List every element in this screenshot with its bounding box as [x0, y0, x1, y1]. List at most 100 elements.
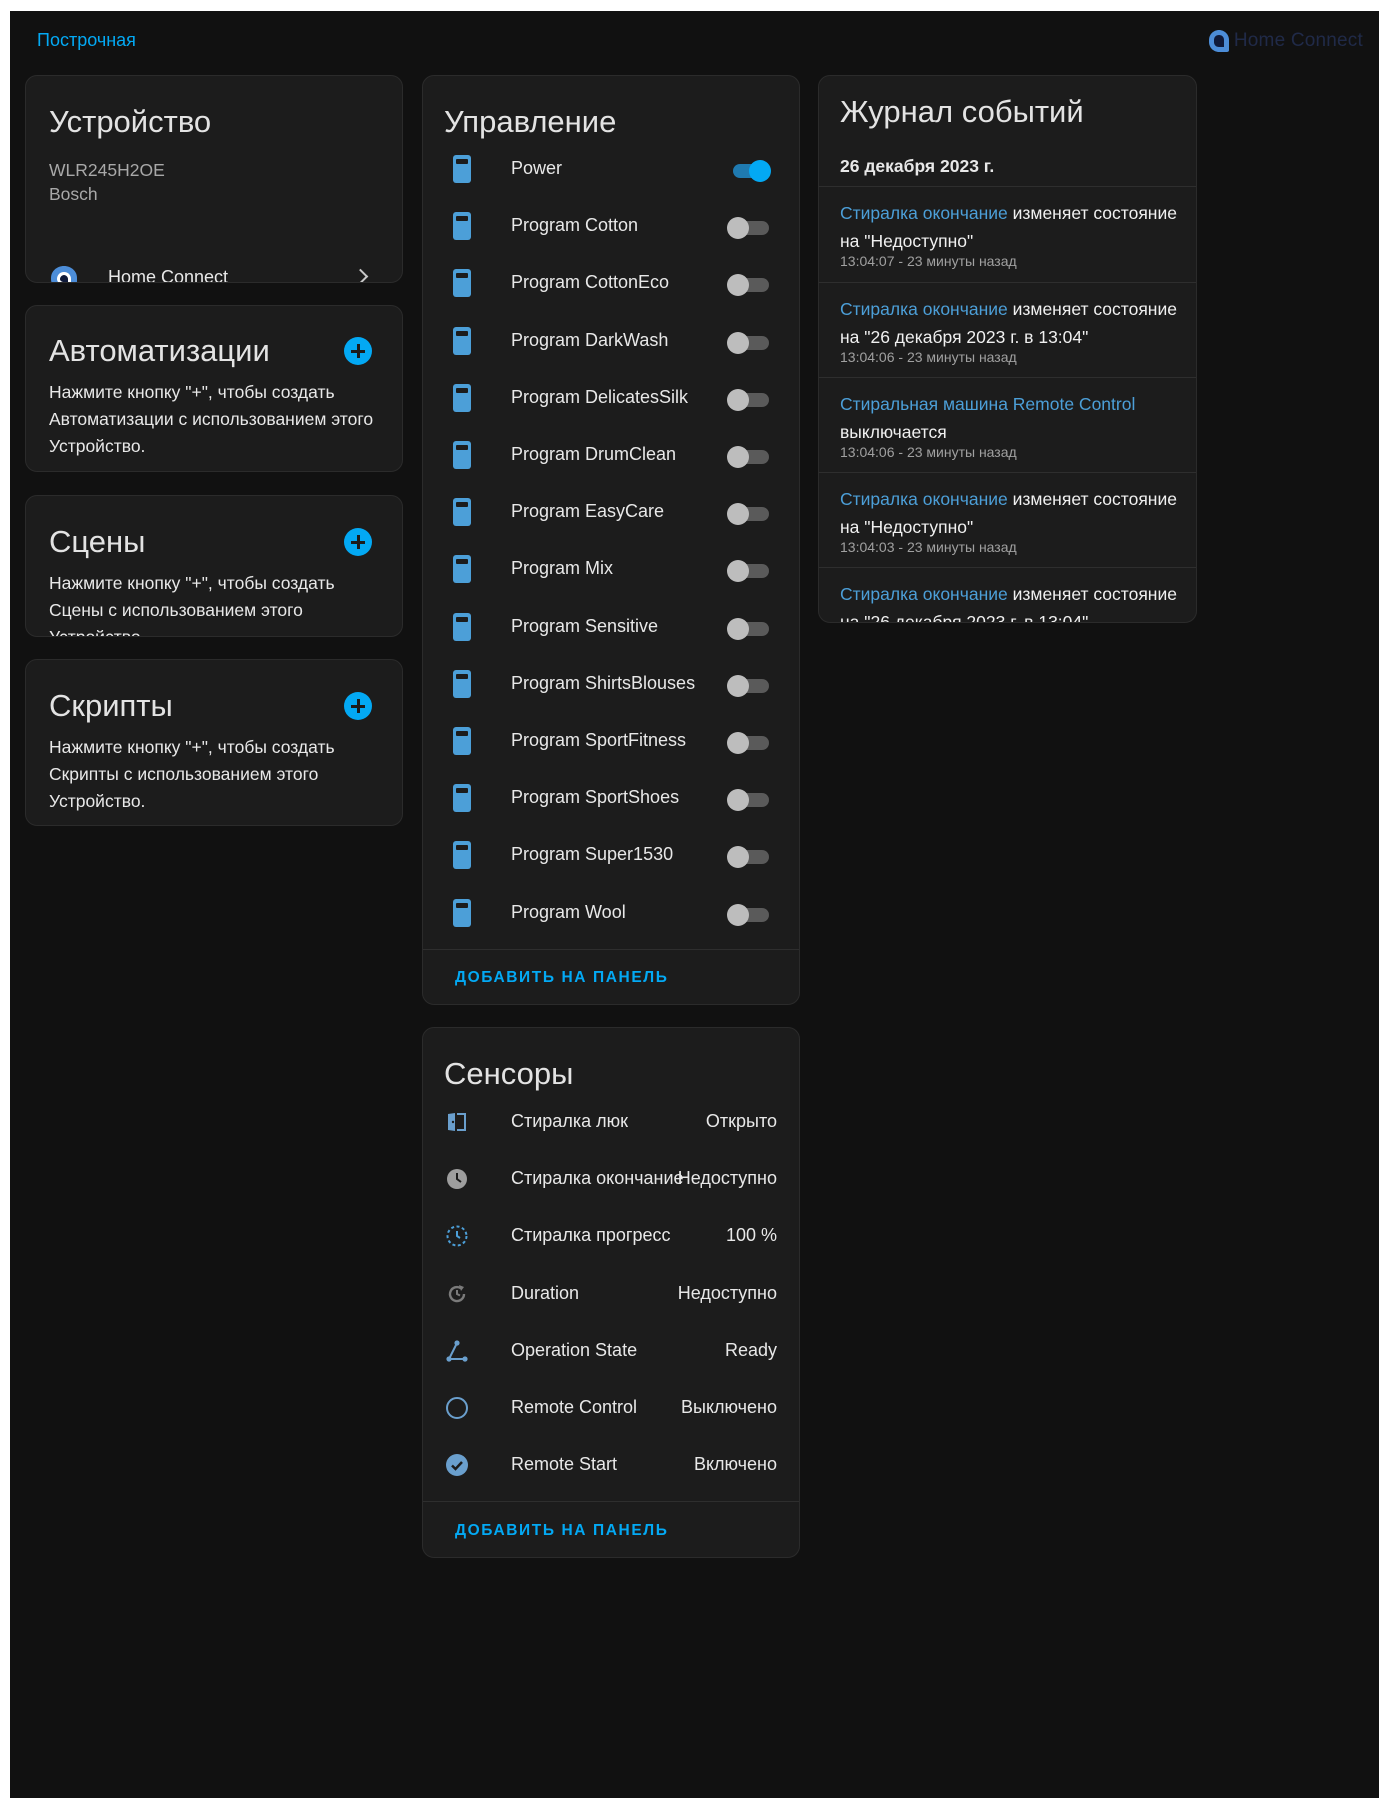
chevron-right-icon [352, 268, 369, 282]
add-script-button[interactable] [344, 692, 372, 720]
logbook-entity-link[interactable]: Стиралка окончание [840, 203, 1008, 223]
control-toggle[interactable] [727, 846, 771, 869]
toggle-knob [727, 674, 749, 697]
sensor-row[interactable]: Remote Control Выключено [423, 1378, 799, 1438]
brand-name: Home Connect [1233, 30, 1363, 51]
logbook-entity-link[interactable]: Стиралка окончание [840, 584, 1008, 604]
automations-card: Автоматизации Нажмите кнопку "+", чтобы … [25, 305, 403, 472]
sensor-row[interactable]: Стиралка прогресс 100 % [423, 1206, 799, 1266]
control-row[interactable]: Program Cotton [423, 196, 799, 256]
sensor-label: Remote Control [511, 1397, 638, 1417]
sensor-row[interactable]: Стиралка окончание Недоступно [423, 1149, 799, 1209]
add-automation-button[interactable] [344, 337, 372, 365]
control-row[interactable]: Program Mix [423, 539, 799, 599]
control-row[interactable]: Program DarkWash [423, 311, 799, 371]
sensor-label: Стиралка люк [511, 1111, 628, 1131]
control-toggle[interactable] [727, 732, 771, 754]
scripts-hint: Нажмите кнопку "+", чтобы создать Скрипт… [49, 737, 335, 811]
washing-machine-icon [451, 154, 473, 184]
control-toggle[interactable] [727, 789, 771, 812]
control-label: Program Cotton [511, 215, 639, 236]
sensor-value: Выключено [681, 1397, 777, 1417]
control-row[interactable]: Program DelicatesSilk [423, 368, 799, 428]
control-toggle[interactable] [727, 388, 771, 411]
device-card-title: Устройство [49, 104, 212, 139]
integration-link[interactable]: Home Connect [26, 254, 402, 283]
control-toggle[interactable] [727, 617, 771, 640]
sensor-row[interactable]: Стиралка люк Открыто [423, 1092, 799, 1152]
control-row[interactable]: Program Super1530 [423, 825, 799, 885]
washing-machine-icon [451, 440, 473, 470]
brand-logo: Home Connect [1208, 29, 1363, 53]
logbook-card-title: Журнал событий [840, 94, 1084, 129]
logbook-entity-link[interactable]: Стиральная машина Remote Control [840, 394, 1135, 414]
control-toggle[interactable] [727, 446, 771, 468]
sensor-row[interactable]: Duration Недоступно [423, 1264, 799, 1324]
sensor-row[interactable]: Operation State Ready [423, 1321, 799, 1381]
control-label: Program Mix [511, 558, 614, 579]
logbook-entry: Стиралка окончание изменяет состояние на… [819, 567, 1196, 622]
control-row[interactable]: Program CottonEco [423, 253, 799, 313]
automations-hint: Нажмите кнопку "+", чтобы создать Автома… [49, 382, 374, 456]
toggle-knob [727, 503, 749, 526]
logbook-entry: Стиралка окончание изменяет состояние на… [819, 282, 1196, 379]
sensor-label: Стиралка окончание [511, 1168, 684, 1189]
device-page: Построчная Home Connect Устройство WLR24… [10, 11, 1379, 1798]
logbook-entry: Стиралка окончание изменяет состояние на… [819, 186, 1196, 283]
control-label: Program SportFitness [511, 730, 687, 750]
control-label: Program DarkWash [511, 329, 669, 350]
control-toggle[interactable] [727, 274, 771, 297]
toggle-knob [727, 732, 749, 754]
check-circle-icon [445, 1453, 469, 1477]
sensor-label: Стиралка прогресс [511, 1225, 671, 1246]
control-row[interactable]: Program DrumClean [423, 425, 799, 485]
control-row[interactable]: Program ShirtsBlouses [423, 654, 799, 714]
control-label: Program Super1530 [511, 844, 674, 865]
sensor-value: Ready [724, 1339, 777, 1360]
control-label: Program SportShoes [511, 787, 680, 808]
sensors-add-to-panel-button[interactable]: ДОБАВИТЬ НА ПАНЕЛЬ [455, 1522, 668, 1540]
sensors-divider [423, 1501, 799, 1502]
logbook-time: 13:04:06 - 23 минуты назад [840, 444, 1017, 460]
clock-icon [445, 1167, 469, 1191]
device-card: Устройство WLR245H2OE Bosch Home Connect [25, 75, 403, 283]
control-row[interactable]: Program Sensitive [423, 597, 799, 657]
control-toggle[interactable] [727, 560, 771, 583]
control-label: Program DelicatesSilk [511, 386, 689, 407]
control-toggle[interactable] [727, 217, 771, 240]
scripts-card: Скрипты Нажмите кнопку "+", чтобы создат… [25, 659, 403, 826]
breadcrumb-link[interactable]: Построчная [37, 30, 136, 51]
toggle-knob [727, 446, 749, 468]
sensor-row[interactable]: Remote Start Включено [423, 1435, 799, 1495]
control-row[interactable]: Program SportFitness [423, 711, 799, 771]
sensor-value: Включено [693, 1454, 777, 1475]
washing-machine-icon [451, 497, 473, 527]
control-toggle[interactable] [727, 674, 771, 697]
integration-label: Home Connect [108, 267, 229, 283]
sensor-value: Недоступно [677, 1282, 777, 1303]
control-toggle[interactable] [727, 503, 771, 526]
logbook-entity-link[interactable]: Стиралка окончание [840, 489, 1008, 509]
sensor-label: Duration [511, 1282, 580, 1303]
controls-add-to-panel-button[interactable]: ДОБАВИТЬ НА ПАНЕЛЬ [455, 969, 668, 987]
toggle-knob [727, 217, 749, 240]
control-toggle[interactable] [727, 331, 771, 354]
control-toggle[interactable] [727, 903, 771, 926]
control-toggle[interactable] [727, 160, 771, 182]
toggle-knob [727, 789, 749, 812]
scenes-hint: Нажмите кнопку "+", чтобы создать Сцены … [49, 573, 335, 637]
control-row[interactable]: Program SportShoes [423, 768, 799, 828]
logbook-entity-link[interactable]: Стиралка окончание [840, 299, 1008, 319]
sensor-label: Remote Start [511, 1454, 618, 1475]
logbook-time: 13:04:03 - 23 минуты назад [840, 539, 1017, 555]
control-row[interactable]: Program Wool [423, 883, 799, 943]
scenes-card: Сцены Нажмите кнопку "+", чтобы создать … [25, 495, 403, 637]
add-scene-button[interactable] [344, 528, 372, 556]
logbook-entry-text: Стиралка окончание изменяет состояние на… [840, 199, 1182, 255]
scenes-card-title: Сцены [49, 524, 146, 559]
washing-machine-icon [451, 898, 473, 928]
control-row[interactable]: Power [423, 139, 799, 199]
washing-machine-icon [451, 211, 473, 241]
logbook-entry-text: Стиральная машина Remote Control выключа… [840, 390, 1182, 446]
control-row[interactable]: Program EasyCare [423, 482, 799, 542]
